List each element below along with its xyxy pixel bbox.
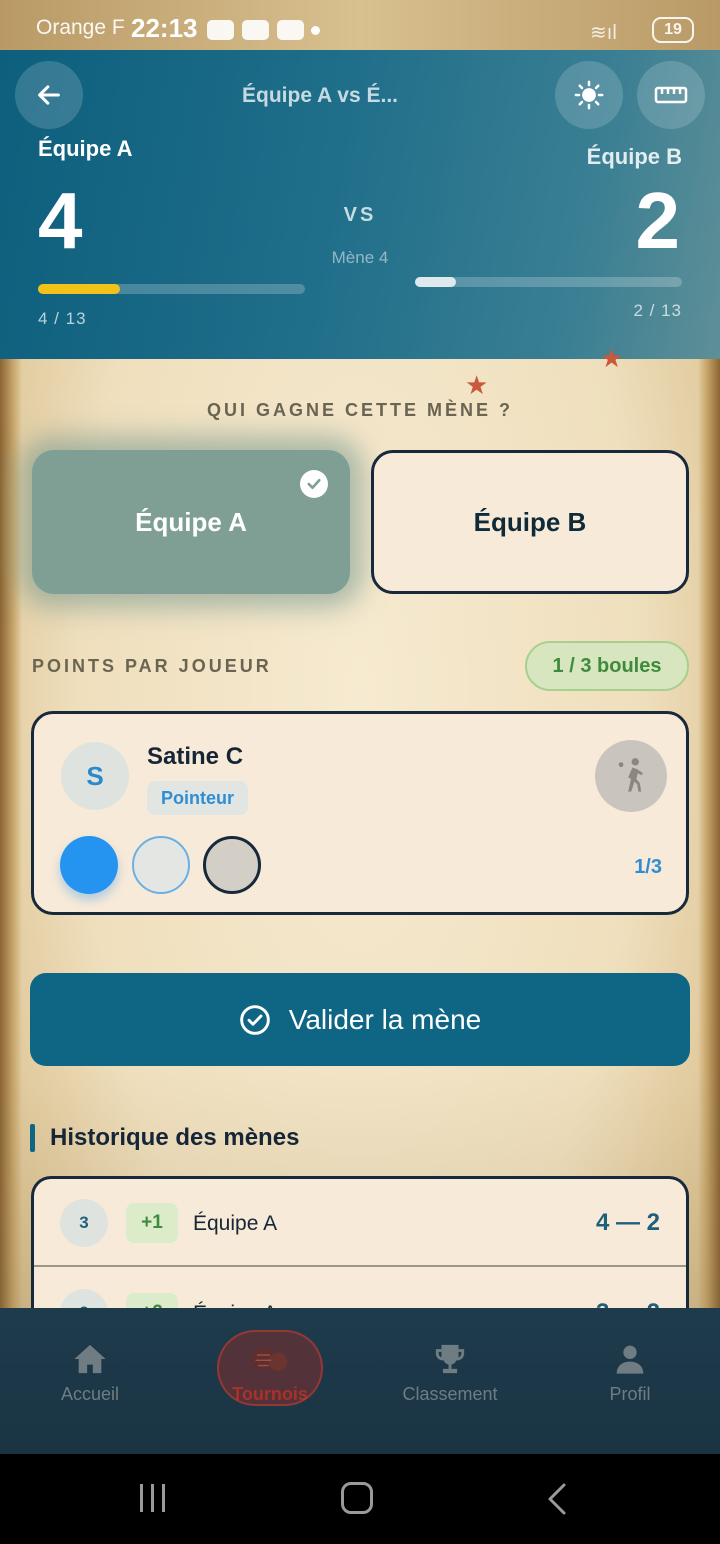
- boules-count-badge: 1 / 3 boules: [525, 641, 689, 691]
- measure-button[interactable]: [637, 61, 705, 129]
- current-mene-label: Mène 4: [331, 248, 389, 267]
- trophy-icon: [380, 1338, 520, 1380]
- team-a-score: 4: [38, 176, 83, 265]
- arrow-left-icon: [38, 85, 60, 105]
- history-winning-team: Équipe A: [193, 1212, 278, 1235]
- match-header: Équipe A vs É... Équipe A Équipe B 4 2 V…: [0, 50, 720, 359]
- player-card: S Satine C Pointeur 1/3: [31, 711, 689, 915]
- winner-question: QUI GAGNE CETTE MÈNE ?: [206, 400, 513, 420]
- home-button[interactable]: [341, 1482, 373, 1514]
- active-tab-indicator: [217, 1330, 323, 1406]
- team-b-progress-bar: [415, 277, 682, 287]
- sun-icon: [574, 80, 604, 110]
- team-b-option-label: Équipe B: [473, 506, 587, 537]
- match-title: Équipe A vs É...: [242, 84, 398, 107]
- nav-label: Accueil: [60, 1384, 120, 1404]
- theme-toggle-button[interactable]: [555, 61, 623, 129]
- team-a-option-label: Équipe A: [135, 506, 247, 537]
- vs-label: VS: [343, 204, 377, 226]
- youtube-icon: [242, 20, 269, 40]
- team-a-name: Équipe A: [38, 136, 133, 161]
- back-button[interactable]: [15, 61, 83, 129]
- boule-toggle-2[interactable]: [132, 836, 190, 894]
- checkmark-icon: [300, 470, 328, 498]
- history-points-delta: +1: [126, 1203, 178, 1243]
- boule-toggle-3[interactable]: [203, 836, 261, 894]
- bottom-navigation: Accueil Tournois Classement Profil: [0, 1308, 720, 1454]
- validate-label: Valider la mène: [288, 1003, 482, 1035]
- ruler-icon: [654, 86, 688, 104]
- player-points-count: 1/3: [634, 856, 662, 878]
- more-notifications-icon: [311, 26, 320, 35]
- nav-label: Profil: [609, 1384, 651, 1404]
- validate-mene-button[interactable]: Valider la mène: [30, 973, 690, 1066]
- youtube-icon: [207, 20, 234, 40]
- chevron-left-icon: [548, 1483, 566, 1515]
- team-a-progress-fill: [38, 284, 121, 294]
- history-mene-number: 3: [60, 1199, 108, 1247]
- carrier-label: Orange F: [36, 16, 125, 39]
- boule-toggle-1[interactable]: [60, 836, 118, 894]
- team-b-progress-label: 2 / 13: [633, 301, 682, 320]
- select-team-a-button[interactable]: Équipe A: [32, 450, 350, 594]
- pointer-player-icon[interactable]: [595, 740, 667, 812]
- points-per-player-title: POINTS PAR JOUEUR: [32, 656, 272, 676]
- star-decoration-icon: ★: [600, 343, 624, 373]
- wifi-signal-icon: ≋ıl: [590, 22, 617, 44]
- battery-icon: 19: [652, 17, 694, 43]
- team-b-name: Équipe B: [586, 144, 682, 169]
- check-circle-icon: [239, 1004, 270, 1035]
- nav-label: Classement: [402, 1384, 498, 1404]
- recent-apps-button[interactable]: [140, 1484, 170, 1512]
- history-row[interactable]: 3 +1 Équipe A 4 — 2: [34, 1179, 686, 1267]
- history-score: 4 — 2: [595, 1209, 660, 1236]
- nav-item-profil[interactable]: Profil: [560, 1338, 700, 1438]
- battery-level: 19: [664, 21, 682, 38]
- team-a-progress-label: 4 / 13: [38, 309, 87, 328]
- section-accent-bar: [30, 1124, 35, 1152]
- player-name: Satine C: [147, 743, 244, 770]
- back-nav-button[interactable]: [545, 1482, 569, 1521]
- team-a-progress-bar: [38, 284, 305, 294]
- select-team-b-button[interactable]: Équipe B: [371, 450, 689, 594]
- star-decoration-icon: ★: [465, 370, 489, 400]
- history-title: Historique des mènes: [50, 1124, 300, 1151]
- system-navigation-bar: [0, 1454, 720, 1544]
- team-b-score: 2: [635, 176, 681, 265]
- avatar: S: [61, 742, 129, 810]
- app-notification-icon: [277, 20, 304, 40]
- notification-icons: [207, 20, 304, 40]
- history-list: 3 +1 Équipe A 4 — 2 2 +2 Équipe A 3 — 2: [31, 1176, 689, 1316]
- home-icon: [20, 1338, 160, 1380]
- player-role-badge: Pointeur: [147, 781, 249, 815]
- clock: 22:13: [131, 13, 198, 43]
- nav-item-accueil[interactable]: Accueil: [20, 1338, 160, 1438]
- status-bar: Orange F 22:13 ≋ıl 19: [0, 0, 720, 50]
- nav-item-classement[interactable]: Classement: [380, 1338, 520, 1438]
- user-icon: [560, 1338, 700, 1380]
- team-b-progress-fill: [415, 277, 457, 287]
